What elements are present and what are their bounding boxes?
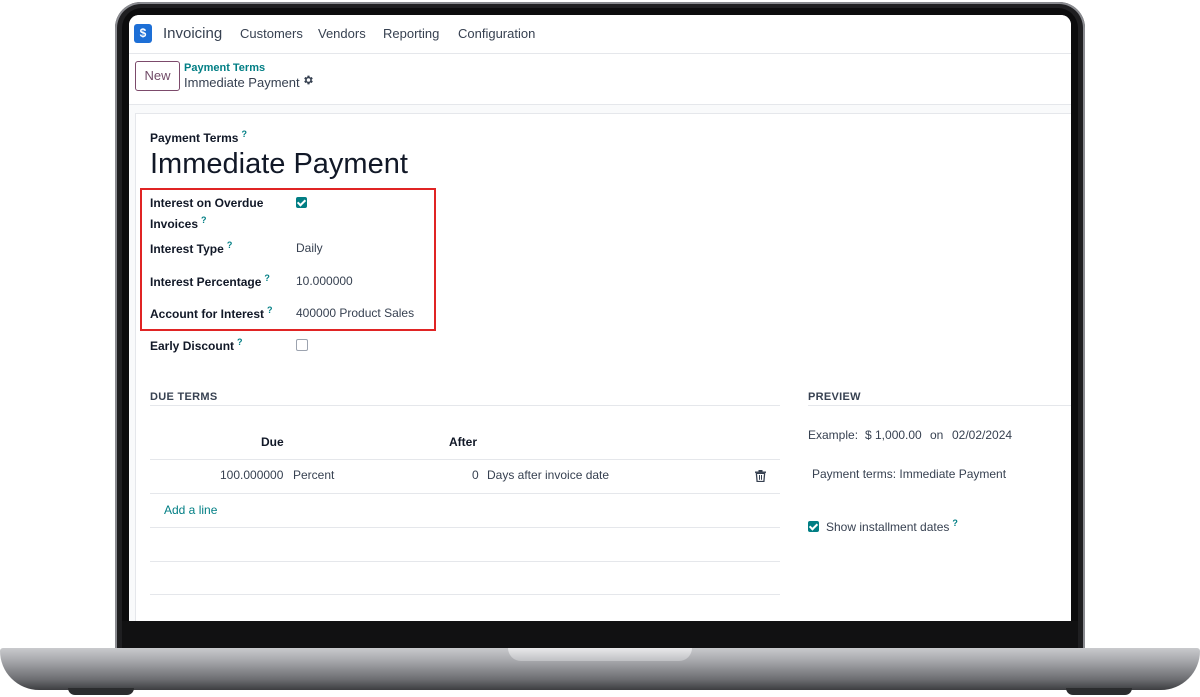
interest-type-field[interactable]: Daily [296,241,323,255]
help-icon[interactable]: ? [241,129,247,139]
menu-configuration[interactable]: Configuration [458,26,535,41]
due-value[interactable]: 100.000000 [220,468,283,482]
app-screen: $ Invoicing Customers Vendors Reporting … [129,15,1071,621]
interest-overdue-checkbox[interactable] [296,197,307,208]
early-discount-checkbox[interactable] [296,339,308,351]
trash-icon[interactable] [755,470,766,482]
menu-vendors[interactable]: Vendors [318,26,366,41]
preview-payment-terms: Payment terms: Immediate Payment [812,467,1007,481]
interest-type-label: Interest Type? [150,240,233,256]
breadcrumb-current: Immediate Payment [184,75,300,90]
app-name[interactable]: Invoicing [163,25,222,42]
after-type[interactable]: Days after invoice date [487,468,609,482]
preview-example-label: Example: [808,428,859,442]
divider [150,405,780,406]
divider [150,561,780,562]
help-icon[interactable]: ? [201,215,207,225]
new-button[interactable]: New [135,61,180,91]
menu-customers[interactable]: Customers [240,26,303,41]
due-unit[interactable]: Percent [293,468,334,482]
interest-account-label: Account for Interest? [150,305,273,321]
interest-account-field[interactable]: 400000 Product Sales [296,306,414,320]
help-icon[interactable]: ? [952,518,958,528]
divider [150,459,780,460]
divider [150,493,780,494]
preview-amount: $ 1,000.00 [865,428,922,442]
add-line-link[interactable]: Add a line [164,503,217,517]
gear-icon[interactable] [302,74,314,86]
after-value[interactable]: 0 [472,468,479,482]
help-icon[interactable]: ? [237,337,243,347]
interest-percentage-field[interactable]: 10.000000 [296,274,353,288]
laptop-chin [122,621,1078,648]
preview-on: on [930,428,944,442]
help-icon[interactable]: ? [227,240,233,250]
laptop-notch [508,648,692,661]
preview-date[interactable]: 02/02/2024 [952,428,1012,442]
laptop-foot-right [1066,688,1132,695]
top-navbar: $ Invoicing Customers Vendors Reporting … [129,15,1071,54]
show-installments-label: Show installment dates? [826,518,958,534]
help-icon[interactable]: ? [264,273,270,283]
help-icon[interactable]: ? [267,305,273,315]
show-installments-checkbox[interactable] [808,521,819,532]
payment-term-name[interactable]: Immediate Payment [150,148,408,181]
interest-overdue-label-line2: Invoices? [150,215,207,231]
preview-title: PREVIEW [808,391,861,403]
payment-terms-label: Payment Terms? [150,129,247,145]
interest-overdue-label: Interest on Overdue [150,196,264,210]
breadcrumb-parent[interactable]: Payment Terms [184,62,265,74]
menu-reporting[interactable]: Reporting [383,26,439,41]
invoicing-app-icon[interactable]: $ [134,24,152,43]
column-after[interactable]: After [449,435,477,449]
column-due[interactable]: Due [261,435,284,449]
divider [150,594,780,595]
divider [150,527,780,528]
due-terms-title: DUE TERMS [150,391,218,403]
control-panel: New Payment Terms Immediate Payment [129,54,1071,105]
divider [808,405,1071,406]
interest-percentage-label: Interest Percentage? [150,273,270,289]
laptop-foot-left [68,688,134,695]
early-discount-label: Early Discount? [150,337,243,353]
